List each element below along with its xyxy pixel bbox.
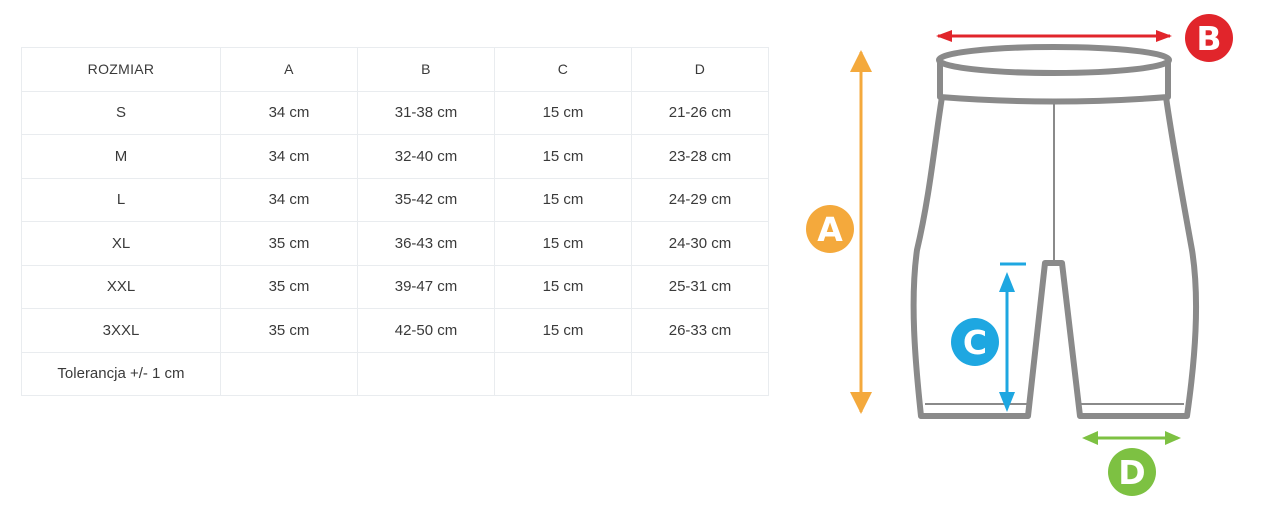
table-cell: S <box>21 90 221 135</box>
table-row: 3XXL 35 cm 42-50 cm 15 cm 26-33 cm <box>21 308 769 353</box>
table-cell: 15 cm <box>494 134 632 179</box>
table-cell: 15 cm <box>494 264 632 309</box>
table-cell: 31-38 cm <box>357 90 495 135</box>
table-cell: 35 cm <box>220 264 358 309</box>
table-footer-row: Tolerancja +/- 1 cm <box>21 351 769 396</box>
header-cell-c: C <box>494 47 632 92</box>
badge-a-letter: A <box>817 210 843 249</box>
table-cell: 35 cm <box>220 308 358 353</box>
table-cell: 21-26 cm <box>631 90 769 135</box>
badge-d-letter: D <box>1118 453 1145 492</box>
badge-a: A <box>806 205 854 253</box>
table-cell: 26-33 cm <box>631 308 769 353</box>
badge-c-letter: C <box>963 323 987 362</box>
table-row: L 34 cm 35-42 cm 15 cm 24-29 cm <box>21 177 769 222</box>
table-cell: 15 cm <box>494 308 632 353</box>
shorts-outline <box>910 44 1200 419</box>
table-cell: 15 cm <box>494 90 632 135</box>
table-cell: XXL <box>21 264 221 309</box>
table-cell: 39-47 cm <box>357 264 495 309</box>
table-cell <box>494 351 632 396</box>
table-cell: 15 cm <box>494 177 632 222</box>
table-row: XXL 35 cm 39-47 cm 15 cm 25-31 cm <box>21 264 769 309</box>
waistband-top <box>936 44 1172 76</box>
header-cell-d: D <box>631 47 769 92</box>
table-cell: 36-43 cm <box>357 221 495 266</box>
tolerance-note: Tolerancja +/- 1 cm <box>21 351 221 396</box>
table-cell: 34 cm <box>220 90 358 135</box>
header-cell-b: B <box>357 47 495 92</box>
shorts-measurement-diagram: A B C D <box>806 14 1233 496</box>
table-cell: 35-42 cm <box>357 177 495 222</box>
table-row: M 34 cm 32-40 cm 15 cm 23-28 cm <box>21 134 769 179</box>
badge-b: B <box>1185 14 1233 62</box>
size-table: ROZMIAR A B C D S 34 cm 31-38 cm 15 cm 2… <box>21 47 769 396</box>
table-cell: 23-28 cm <box>631 134 769 179</box>
measure-d <box>1082 431 1181 445</box>
table-cell: 24-30 cm <box>631 221 769 266</box>
table-cell: 15 cm <box>494 221 632 266</box>
table-cell <box>220 351 358 396</box>
table-row: S 34 cm 31-38 cm 15 cm 21-26 cm <box>21 90 769 135</box>
badge-b-letter: B <box>1196 19 1221 58</box>
table-cell: 24-29 cm <box>631 177 769 222</box>
table-cell <box>357 351 495 396</box>
table-cell: M <box>21 134 221 179</box>
header-cell-a: A <box>220 47 358 92</box>
table-cell: 35 cm <box>220 221 358 266</box>
table-cell: 3XXL <box>21 308 221 353</box>
table-cell: 34 cm <box>220 134 358 179</box>
table-cell: 32-40 cm <box>357 134 495 179</box>
measure-c <box>999 262 1026 412</box>
table-cell: L <box>21 177 221 222</box>
table-cell: 42-50 cm <box>357 308 495 353</box>
table-cell: 34 cm <box>220 177 358 222</box>
measure-b <box>936 30 1172 42</box>
badge-d: D <box>1108 448 1156 496</box>
table-row: XL 35 cm 36-43 cm 15 cm 24-30 cm <box>21 221 769 266</box>
table-cell: XL <box>21 221 221 266</box>
table-cell <box>631 351 769 396</box>
table-cell: 25-31 cm <box>631 264 769 309</box>
table-header-row: ROZMIAR A B C D <box>21 47 769 92</box>
header-cell-size: ROZMIAR <box>21 47 221 92</box>
badge-c: C <box>951 318 999 366</box>
